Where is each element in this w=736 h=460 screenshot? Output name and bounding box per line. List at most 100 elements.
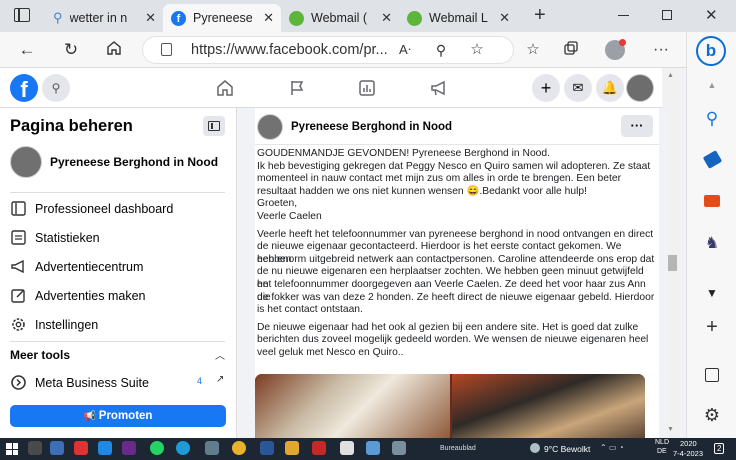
taskbar-app-icon[interactable] xyxy=(122,441,136,455)
page-name[interactable]: Pyreneese Berghond in Nood xyxy=(50,155,218,169)
more-options-icon[interactable]: ··· xyxy=(650,40,672,60)
zoom-icon[interactable]: ⚲ xyxy=(430,40,452,60)
whatsapp-icon[interactable] xyxy=(150,441,164,455)
scroll-up-icon[interactable]: ▲ xyxy=(701,74,723,96)
weather-text[interactable]: 9°C Bewolkt xyxy=(544,444,590,454)
close-icon[interactable]: ✕ xyxy=(263,10,274,26)
post-text-line: veel geluk met Nesco en Quiro.. xyxy=(257,347,404,358)
scroll-up-arrow[interactable]: ▲ xyxy=(667,72,674,79)
profile-avatar[interactable] xyxy=(605,39,626,60)
promote-button[interactable]: 📢 Promoten xyxy=(10,405,226,427)
clock-time[interactable]: 2020 xyxy=(680,439,697,448)
taskbar-app-icon[interactable] xyxy=(285,441,299,455)
search-icon[interactable]: ⚲ xyxy=(701,108,723,130)
sidebar-item-advertenties-maken[interactable]: Advertenties maken xyxy=(10,287,145,304)
shopping-icon[interactable] xyxy=(701,148,723,170)
edge-icon[interactable] xyxy=(176,441,190,455)
url-input[interactable]: https://www.facebook.com/pr... xyxy=(142,36,514,64)
taskbar-app-icon[interactable] xyxy=(205,441,219,455)
chevron-down-icon[interactable]: ▼ xyxy=(701,282,723,304)
notification-badge[interactable]: 2 xyxy=(714,443,725,454)
chevron-up-icon[interactable]: ︿ xyxy=(215,347,225,362)
tools-icon[interactable] xyxy=(701,190,723,212)
meta-suite-icon xyxy=(11,375,26,390)
page-avatar[interactable] xyxy=(10,146,42,178)
facebook-top-nav: f ⚲ + ✉ 🔔 xyxy=(0,68,668,108)
favorite-add-icon[interactable]: ☆ xyxy=(466,40,488,60)
tab-actions-icon[interactable] xyxy=(14,8,30,22)
taskbar-app-icon[interactable] xyxy=(28,441,42,455)
new-tab-button[interactable]: + xyxy=(534,4,546,27)
taskbar-app-icon[interactable] xyxy=(392,441,406,455)
tab-webmail-2[interactable]: Webmail L ✕ xyxy=(399,4,517,32)
tray-icons[interactable]: ⌃ ▭ ◔ xyxy=(600,443,624,452)
sidebar-item-advertentiecentrum[interactable]: Advertentiecentrum xyxy=(10,258,143,275)
minimize-button[interactable] xyxy=(618,15,629,17)
taskbar-app-icon[interactable] xyxy=(50,441,64,455)
facebook-logo[interactable]: f xyxy=(10,74,38,102)
back-button[interactable]: ← xyxy=(16,40,38,60)
tab-wetter[interactable]: ⚲ wetter in n ✕ xyxy=(45,4,163,32)
close-icon[interactable]: ✕ xyxy=(145,10,156,26)
nav-flag-icon[interactable] xyxy=(288,79,306,102)
lang-1[interactable]: NLD xyxy=(655,439,669,446)
post-text-line: Ik heb bevestiging gekregen dat Peggy Ne… xyxy=(257,160,651,172)
taskbar-app-icon[interactable] xyxy=(74,441,88,455)
post-author-avatar[interactable] xyxy=(257,114,283,140)
home-button[interactable] xyxy=(103,40,125,61)
account-avatar[interactable] xyxy=(626,74,654,102)
sidebar-item-dashboard[interactable]: Professioneel dashboard xyxy=(10,200,173,217)
toggle-sidebar-icon[interactable] xyxy=(203,116,225,136)
taskbar-app-icon[interactable] xyxy=(98,441,112,455)
settings-gear-icon[interactable]: ⚙ xyxy=(701,404,723,426)
collections-icon[interactable] xyxy=(560,40,582,61)
post-text-line: Groeten, xyxy=(257,198,298,210)
scroll-down-arrow[interactable]: ▼ xyxy=(667,426,674,433)
split-view-icon[interactable] xyxy=(701,364,723,386)
taskbar-app-icon[interactable] xyxy=(366,441,380,455)
close-icon[interactable]: ✕ xyxy=(499,10,510,26)
start-button[interactable] xyxy=(6,443,18,455)
lang-2[interactable]: DE xyxy=(657,448,667,455)
desktop-label[interactable]: Bureaublad xyxy=(440,445,476,452)
post-text-line: is het contact ontstaan. xyxy=(257,304,363,316)
external-link-icon[interactable]: ↗ xyxy=(216,374,224,385)
notifications-icon[interactable]: 🔔 xyxy=(596,74,624,102)
divider xyxy=(10,192,225,193)
games-icon[interactable]: ♞ xyxy=(701,232,723,254)
post-author-name[interactable]: Pyreneese Berghond in Nood xyxy=(291,121,452,133)
nav-stats-icon[interactable] xyxy=(358,79,376,102)
webmail-icon xyxy=(407,10,422,26)
nav-home-icon[interactable] xyxy=(216,79,234,102)
gear-icon xyxy=(12,318,25,331)
sidebar-item-meta-business-suite[interactable]: Meta Business Suite xyxy=(10,374,149,391)
clock-date[interactable]: 7-4-2023 xyxy=(673,449,703,458)
post-more-button[interactable]: ··· xyxy=(621,115,653,137)
tab-pyreneese[interactable]: f Pyreneese ✕ xyxy=(163,4,281,32)
messenger-icon[interactable]: ✉ xyxy=(564,74,592,102)
read-aloud-icon[interactable]: Aᐧ xyxy=(394,40,416,60)
taskbar-app-icon[interactable] xyxy=(312,441,326,455)
post-photo[interactable] xyxy=(255,374,645,438)
megaphone-icon xyxy=(11,259,24,274)
favorites-icon[interactable]: ☆ xyxy=(522,40,544,60)
post-text-line: Veerle Caelen xyxy=(257,211,322,222)
nav-megaphone-icon[interactable] xyxy=(430,79,448,102)
tab-webmail-1[interactable]: Webmail ( ✕ xyxy=(281,4,399,32)
sidebar-item-statistieken[interactable]: Statistieken xyxy=(10,229,100,246)
sidebar-item-instellingen[interactable]: Instellingen xyxy=(10,316,98,333)
bing-button[interactable]: b xyxy=(696,36,726,66)
taskbar-app-icon[interactable] xyxy=(260,441,274,455)
restore-button[interactable] xyxy=(662,10,672,20)
create-button[interactable]: + xyxy=(532,74,560,102)
close-window-button[interactable]: ✕ xyxy=(705,6,718,24)
taskbar-app-icon[interactable] xyxy=(340,441,354,455)
chrome-icon[interactable] xyxy=(232,441,246,455)
windows-taskbar: Bureaublad 9°C Bewolkt ⌃ ▭ ◔ NLD DE 2020… xyxy=(0,438,736,460)
refresh-button[interactable]: ↻ xyxy=(60,40,82,60)
add-icon[interactable]: + xyxy=(701,316,723,338)
post-text-line: berichten dus zoveel mogelijk gedeeld wo… xyxy=(257,334,649,346)
fb-search-button[interactable]: ⚲ xyxy=(42,74,70,102)
divider xyxy=(255,144,659,145)
close-icon[interactable]: ✕ xyxy=(381,10,392,26)
